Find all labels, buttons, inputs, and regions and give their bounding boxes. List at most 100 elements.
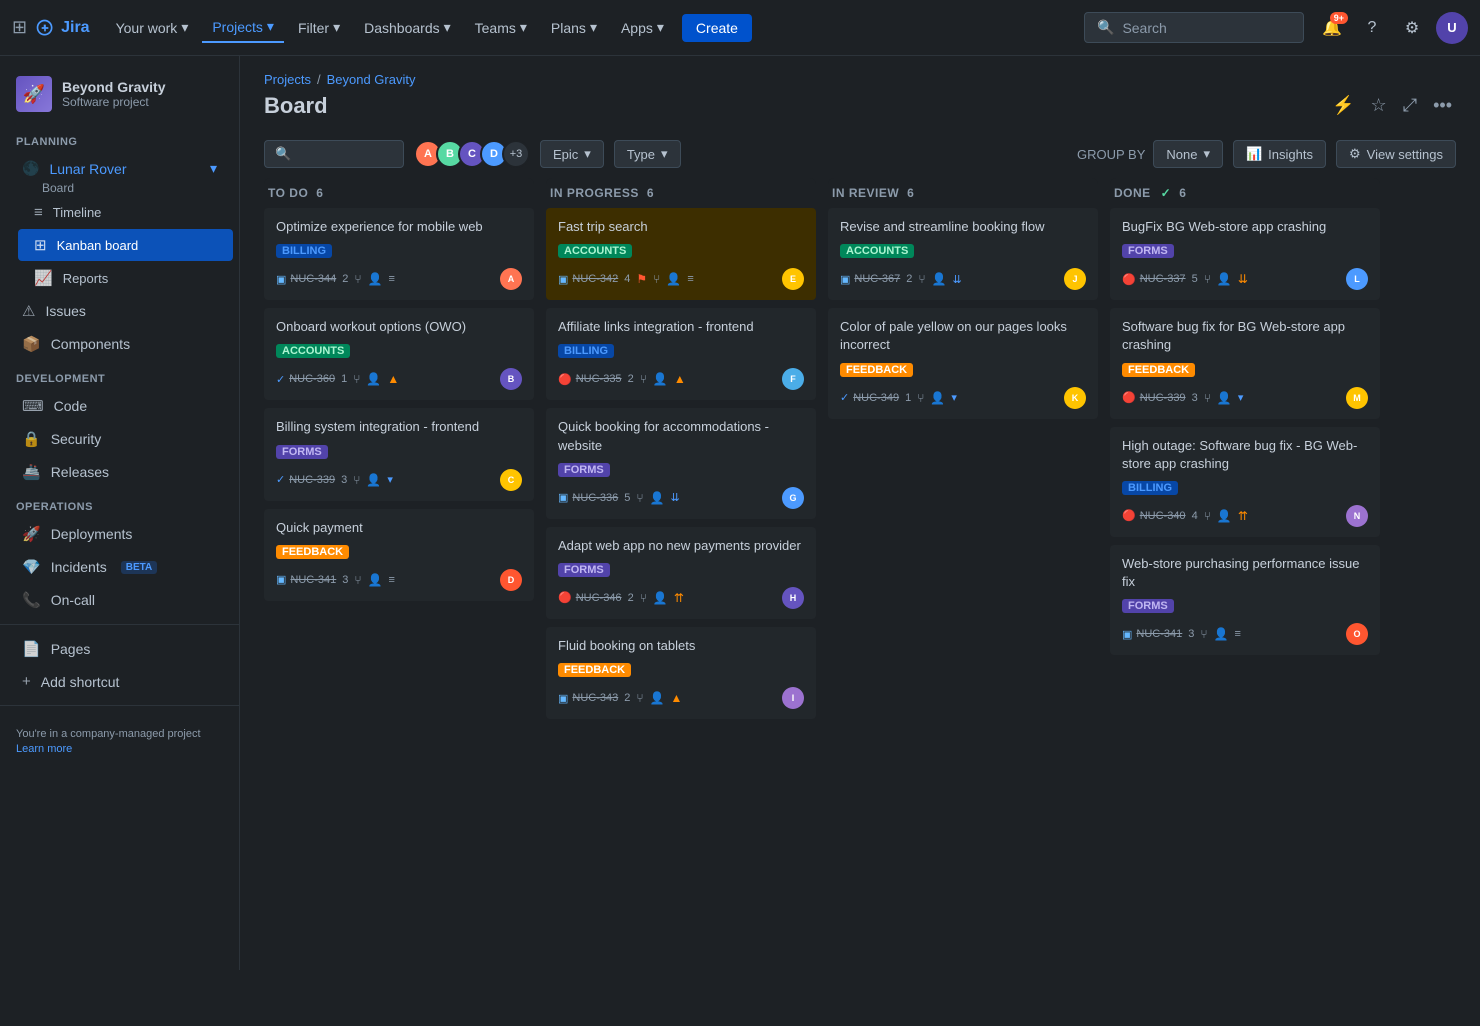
grid-icon[interactable]: ⊞ bbox=[12, 17, 27, 38]
more-avatars[interactable]: +3 bbox=[502, 140, 530, 168]
card-nuc343[interactable]: Fluid booking on tablets FEEDBACK ▣ NUC-… bbox=[546, 627, 816, 719]
card-nuc346[interactable]: Adapt web app no new payments provider F… bbox=[546, 527, 816, 619]
more-options-button[interactable]: ••• bbox=[1429, 91, 1456, 120]
story-icon: ▣ bbox=[840, 273, 850, 286]
column-inprogress: IN PROGRESS 6 Fast trip search ACCOUNTS … bbox=[546, 178, 816, 719]
pages-icon: 📄 bbox=[22, 640, 41, 658]
card-nuc360[interactable]: Onboard workout options (OWO) ACCOUNTS ✓… bbox=[264, 308, 534, 400]
sidebar-item-oncall[interactable]: 📞 On-call bbox=[6, 584, 233, 616]
epic-filter[interactable]: Epic ▾ bbox=[540, 140, 604, 168]
sidebar-item-deployments[interactable]: 🚀 Deployments bbox=[6, 518, 233, 550]
card-nuc339b[interactable]: Software bug fix for BG Web-store app cr… bbox=[1110, 308, 1380, 418]
add-shortcut-icon: + bbox=[22, 673, 31, 690]
sidebar-item-reports[interactable]: 📈 Reports bbox=[18, 262, 233, 294]
assignee-avatar: L bbox=[1346, 268, 1368, 290]
oncall-icon: 📞 bbox=[22, 591, 41, 609]
sidebar-item-security[interactable]: 🔒 Security bbox=[6, 423, 233, 455]
security-icon: 🔒 bbox=[22, 430, 41, 448]
sidebar-item-timeline[interactable]: ≡ Timeline bbox=[18, 197, 233, 228]
nav-filter[interactable]: Filter ▾ bbox=[288, 13, 350, 42]
settings-icon: ⚙ bbox=[1349, 146, 1361, 162]
card-nuc342[interactable]: Fast trip search ACCOUNTS ▣ NUC-342 4 ⚑ … bbox=[546, 208, 816, 300]
assignee-avatar: K bbox=[1064, 387, 1086, 409]
nav-teams[interactable]: Teams ▾ bbox=[465, 13, 537, 42]
column-inreview-header: IN REVIEW 6 bbox=[828, 178, 1098, 208]
board-toolbar: 🔍 A B C D +3 Epic ▾ Type ▾ GROUP BY N bbox=[240, 132, 1480, 178]
breadcrumb: Projects / Beyond Gravity bbox=[264, 72, 1456, 87]
assignee-avatar: I bbox=[782, 687, 804, 709]
sidebar-project-header: 🚀 Beyond Gravity Software project bbox=[0, 68, 239, 124]
search-bar[interactable]: 🔍 Search bbox=[1084, 12, 1304, 43]
breadcrumb-projects[interactable]: Projects bbox=[264, 72, 311, 87]
sidebar-item-add-shortcut[interactable]: + Add shortcut bbox=[6, 666, 233, 697]
lightning-button[interactable]: ⚡ bbox=[1328, 91, 1358, 120]
board-header: Projects / Beyond Gravity Board ⚡ ☆ ⤢ ••… bbox=[240, 56, 1480, 132]
card-nuc339[interactable]: Billing system integration - frontend FO… bbox=[264, 408, 534, 500]
help-button[interactable]: ? bbox=[1356, 12, 1388, 44]
column-inreview-cards: Revise and streamline booking flow ACCOU… bbox=[828, 208, 1098, 419]
sidebar-item-components[interactable]: 📦 Components bbox=[6, 328, 233, 360]
bug-icon: 🔴 bbox=[558, 373, 572, 386]
insights-button[interactable]: 📊 Insights bbox=[1233, 140, 1326, 168]
card-nuc341[interactable]: Quick payment FEEDBACK ▣ NUC-341 3 ⑂ 👤 ≡… bbox=[264, 509, 534, 601]
breadcrumb-project-name[interactable]: Beyond Gravity bbox=[327, 72, 416, 87]
nav-your-work[interactable]: Your work ▾ bbox=[106, 13, 199, 42]
story-icon: ▣ bbox=[276, 273, 286, 286]
card-nuc337[interactable]: BugFix BG Web-store app crashing FORMS 🔴… bbox=[1110, 208, 1380, 300]
board-actions: ⚡ ☆ ⤢ ••• bbox=[1328, 91, 1456, 120]
card-nuc341b[interactable]: Web-store purchasing performance issue f… bbox=[1110, 545, 1380, 655]
priority-icon: ▲ bbox=[674, 372, 686, 386]
nav-projects[interactable]: Projects ▾ bbox=[202, 12, 284, 43]
main-content: Projects / Beyond Gravity Board ⚡ ☆ ⤢ ••… bbox=[240, 56, 1480, 970]
card-nuc335[interactable]: Affiliate links integration - frontend B… bbox=[546, 308, 816, 400]
priority-icon: ⇊ bbox=[953, 273, 962, 286]
nav-plans[interactable]: Plans ▾ bbox=[541, 13, 607, 42]
priority-icon: ▲ bbox=[387, 372, 399, 386]
priority-icon: ▲ bbox=[671, 691, 683, 705]
create-button[interactable]: Create bbox=[682, 14, 752, 42]
kanban-board: TO DO 6 Optimize experience for mobile w… bbox=[240, 178, 1480, 970]
column-done-cards: BugFix BG Web-store app crashing FORMS 🔴… bbox=[1110, 208, 1380, 655]
sidebar-item-incidents[interactable]: 💎 Incidents BETA bbox=[6, 551, 233, 583]
priority-icon: ⇈ bbox=[1238, 509, 1248, 523]
story-icon: ▣ bbox=[1122, 628, 1132, 641]
nav-apps[interactable]: Apps ▾ bbox=[611, 13, 674, 42]
expand-button[interactable]: ⤢ bbox=[1399, 91, 1421, 120]
board-search[interactable]: 🔍 bbox=[264, 140, 404, 168]
priority-icon: ▾ bbox=[1238, 391, 1244, 404]
settings-button[interactable]: ⚙ bbox=[1396, 12, 1428, 44]
notifications-button[interactable]: 🔔 9+ bbox=[1316, 12, 1348, 44]
assignee-avatar: O bbox=[1346, 623, 1368, 645]
bug-icon: 🔴 bbox=[558, 591, 572, 604]
sidebar-item-issues[interactable]: ⚠ Issues bbox=[6, 295, 233, 327]
sidebar-item-lunar-rover[interactable]: 🌑 Lunar Rover ▾ bbox=[6, 153, 233, 184]
story-icon: ▣ bbox=[558, 692, 568, 705]
development-section-label: DEVELOPMENT bbox=[0, 361, 239, 389]
incidents-icon: 💎 bbox=[22, 558, 41, 576]
task-icon: ✓ bbox=[276, 473, 285, 486]
star-button[interactable]: ☆ bbox=[1367, 91, 1391, 120]
assignee-avatar: J bbox=[1064, 268, 1086, 290]
project-avatar: 🚀 bbox=[16, 76, 52, 112]
column-todo-header: TO DO 6 bbox=[264, 178, 534, 208]
card-nuc349[interactable]: Color of pale yellow on our pages looks … bbox=[828, 308, 1098, 418]
sidebar-item-code[interactable]: ⌨ Code bbox=[6, 390, 233, 422]
app-logo[interactable]: Jira bbox=[35, 18, 89, 38]
card-nuc344[interactable]: Optimize experience for mobile web BILLI… bbox=[264, 208, 534, 300]
timeline-icon: ≡ bbox=[34, 204, 43, 221]
card-nuc367[interactable]: Revise and streamline booking flow ACCOU… bbox=[828, 208, 1098, 300]
sidebar-item-pages[interactable]: 📄 Pages bbox=[6, 633, 233, 665]
story-icon: ▣ bbox=[276, 573, 286, 586]
user-avatar[interactable]: U bbox=[1436, 12, 1468, 44]
learn-more-link[interactable]: Learn more bbox=[16, 743, 223, 755]
card-nuc340[interactable]: High outage: Software bug fix - BG Web-s… bbox=[1110, 427, 1380, 537]
sidebar-item-releases[interactable]: 🚢 Releases bbox=[6, 456, 233, 488]
sidebar-item-kanban[interactable]: ⊞ Kanban board bbox=[18, 229, 233, 261]
type-filter[interactable]: Type ▾ bbox=[614, 140, 681, 168]
group-by-none[interactable]: None ▾ bbox=[1153, 140, 1223, 168]
column-done: DONE ✓ 6 BugFix BG Web-store app crashin… bbox=[1110, 178, 1380, 655]
view-settings-button[interactable]: ⚙ View settings bbox=[1336, 140, 1456, 168]
sidebar: 🚀 Beyond Gravity Software project PLANNI… bbox=[0, 56, 240, 970]
card-nuc336[interactable]: Quick booking for accommodations - websi… bbox=[546, 408, 816, 518]
nav-dashboards[interactable]: Dashboards ▾ bbox=[354, 13, 461, 42]
